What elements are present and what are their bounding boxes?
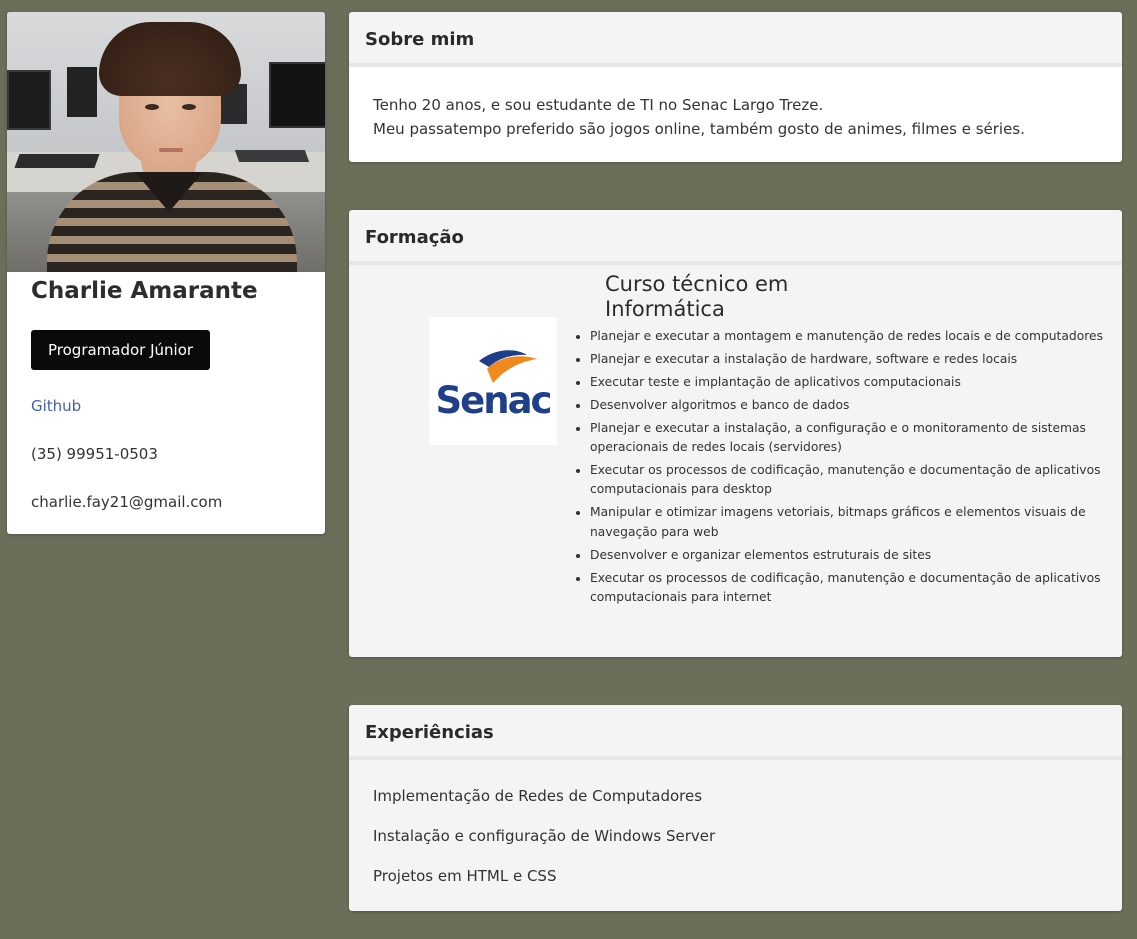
role-button[interactable]: Programador Júnior xyxy=(31,330,211,370)
list-item: Planejar e executar a montagem e manuten… xyxy=(590,327,1110,347)
about-title: Sobre mim xyxy=(349,12,1122,67)
logo-text: Senac xyxy=(436,379,551,422)
education-panel: Formação Senac Curso técnico em Informát… xyxy=(349,210,1122,657)
list-item: Manipular e otimizar imagens vetoriais, … xyxy=(590,503,1110,542)
senac-logo: Senac xyxy=(429,317,557,445)
profile-photo xyxy=(7,12,325,272)
experience-item: Implementação de Redes de Computadores xyxy=(373,787,703,805)
about-line: Meu passatempo preferido são jogos onlin… xyxy=(373,120,1025,138)
list-item: Desenvolver e organizar elementos estrut… xyxy=(590,546,1110,566)
education-body: Senac Curso técnico em Informática Plane… xyxy=(349,265,1122,657)
phone-number: (35) 99951-0503 xyxy=(31,445,158,463)
education-title: Formação xyxy=(349,210,1122,265)
about-panel: Sobre mim Tenho 20 anos, e sou estudante… xyxy=(349,12,1122,162)
github-link[interactable]: Github xyxy=(31,396,301,416)
list-item: Executar teste e implantação de aplicati… xyxy=(590,373,1110,393)
profile-info: Charlie Amarante Programador Júnior Gith… xyxy=(7,276,325,512)
experience-item: Instalação e configuração de Windows Ser… xyxy=(373,827,716,845)
senac-logo-icon: Senac xyxy=(436,350,553,422)
about-body: Tenho 20 anos, e sou estudante de TI no … xyxy=(349,67,1122,162)
list-item: Planejar e executar a instalação de hard… xyxy=(590,350,1110,370)
course-topics-list: Planejar e executar a montagem e manuten… xyxy=(571,327,1110,611)
course-title: Curso técnico em Informática xyxy=(605,272,789,321)
experience-body: Implementação de Redes de Computadores I… xyxy=(349,760,1122,911)
email-address: charlie.fay21@gmail.com xyxy=(31,493,223,511)
list-item: Desenvolver algoritmos e banco de dados xyxy=(590,396,1110,416)
list-item: Planejar e executar a instalação, a conf… xyxy=(590,419,1110,458)
list-item: Executar os processos de codificação, ma… xyxy=(590,461,1110,500)
experience-panel: Experiências Implementação de Redes de C… xyxy=(349,705,1122,911)
profile-card: Charlie Amarante Programador Júnior Gith… xyxy=(7,12,325,534)
list-item: Executar os processos de codificação, ma… xyxy=(590,569,1110,608)
profile-name: Charlie Amarante xyxy=(31,278,258,304)
experience-item: Projetos em HTML e CSS xyxy=(373,867,557,885)
about-line: Tenho 20 anos, e sou estudante de TI no … xyxy=(373,96,824,114)
experience-title: Experiências xyxy=(349,705,1122,760)
